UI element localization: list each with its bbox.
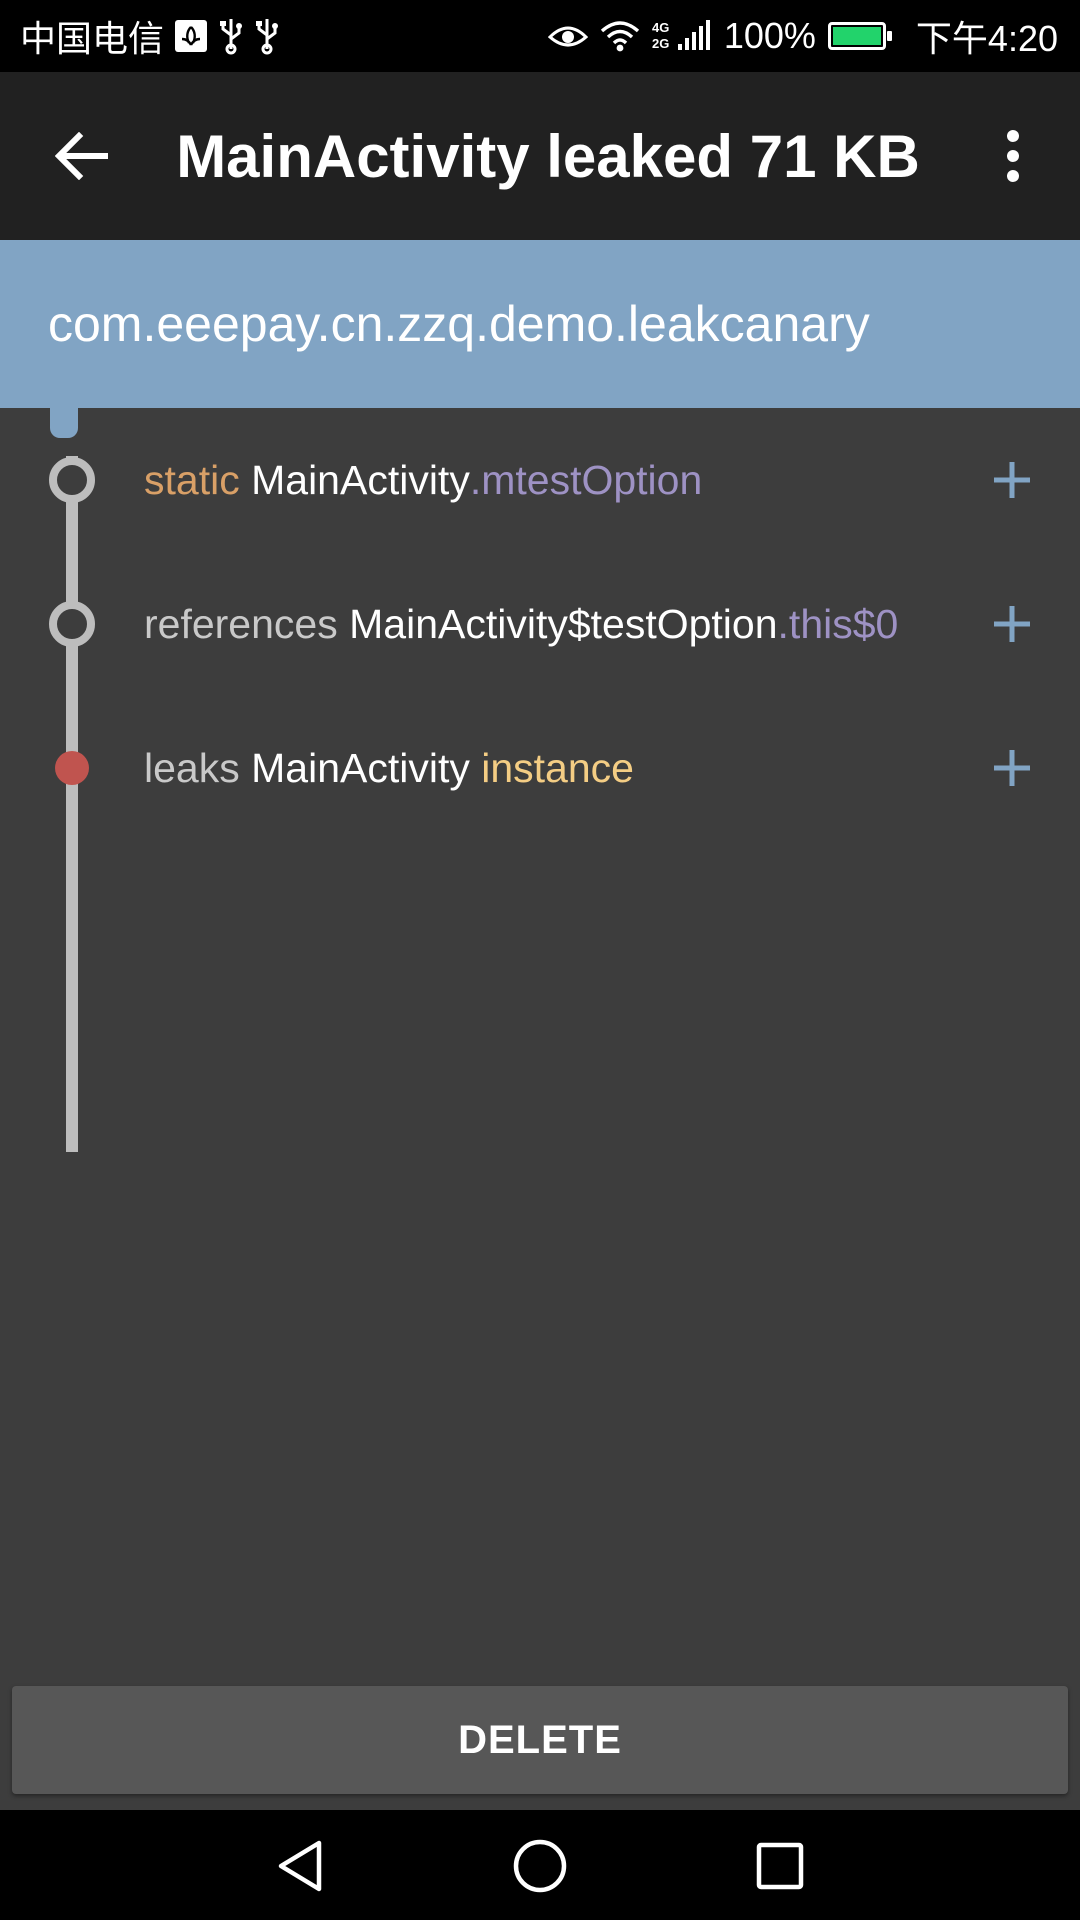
clock: 下午4:20 — [915, 18, 1058, 59]
usb-icon — [254, 17, 280, 55]
battery-icon — [827, 22, 892, 50]
trace-prefix: leaks — [144, 744, 240, 791]
back-triangle-icon — [278, 1840, 322, 1892]
usb-icon — [218, 17, 244, 55]
nav-back-button[interactable] — [260, 1826, 340, 1906]
battery-percent: 100% — [723, 15, 816, 56]
wifi-icon — [600, 19, 640, 53]
svg-text:2G: 2G — [652, 36, 669, 51]
package-header: com.eeepay.cn.zzq.demo.leakcanary — [0, 240, 1080, 408]
back-button[interactable] — [40, 114, 124, 198]
trace-class: MainActivity$testOption — [349, 600, 778, 647]
trace-member: .mtestOption — [469, 456, 703, 503]
trace-row[interactable]: static MainActivity .mtestOption — [0, 408, 1080, 552]
trace-class: MainActivity — [251, 744, 470, 791]
plus-icon — [994, 462, 1030, 498]
huawei-icon — [174, 19, 208, 53]
leak-trace-list: static MainActivity .mtestOption referenc… — [0, 408, 1080, 1810]
system-nav-bar — [0, 1810, 1080, 1920]
trace-prefix: references — [144, 600, 338, 647]
status-right: 4G 2G 100% 下午4:20 — [547, 0, 1058, 72]
recents-square-icon — [756, 1842, 804, 1890]
trace-member: instance — [481, 744, 634, 791]
signal-icon: 4G 2G — [652, 18, 712, 54]
status-left: 中国电信 — [20, 0, 280, 72]
package-name: com.eeepay.cn.zzq.demo.leakcanary — [48, 296, 870, 352]
trace-row-text: references MainActivity$testOption .this$… — [144, 552, 898, 696]
trace-class: MainActivity — [251, 456, 470, 503]
status-bar: 中国电信 4G 2G 100% 下午4:20 — [0, 0, 1080, 72]
delete-button[interactable]: DELETE — [12, 1686, 1068, 1794]
more-vert-icon — [1007, 130, 1019, 182]
plus-icon — [994, 606, 1030, 642]
trace-prefix: static — [144, 456, 240, 503]
trace-row[interactable]: leaks MainActivity instance — [0, 696, 1080, 840]
overflow-menu-button[interactable] — [986, 114, 1040, 198]
eye-icon — [547, 21, 588, 51]
nav-recents-button[interactable] — [740, 1826, 820, 1906]
home-circle-icon — [513, 1839, 567, 1893]
expand-button[interactable] — [984, 740, 1040, 796]
plus-icon — [994, 750, 1030, 786]
nav-home-button[interactable] — [500, 1826, 580, 1906]
trace-member: .this$0 — [777, 600, 899, 647]
app-toolbar: MainActivity leaked 71 KB — [0, 72, 1080, 240]
page-title: MainActivity leaked 71 KB — [176, 122, 920, 190]
trace-row-text: leaks MainActivity instance — [144, 696, 634, 840]
svg-text:4G: 4G — [652, 20, 669, 35]
trace-row[interactable]: references MainActivity$testOption .this$… — [0, 552, 1080, 696]
arrow-left-icon — [55, 132, 108, 180]
trace-row-text: static MainActivity .mtestOption — [144, 408, 702, 552]
carrier-label: 中国电信 — [20, 18, 165, 59]
expand-button[interactable] — [984, 452, 1040, 508]
expand-button[interactable] — [984, 596, 1040, 652]
